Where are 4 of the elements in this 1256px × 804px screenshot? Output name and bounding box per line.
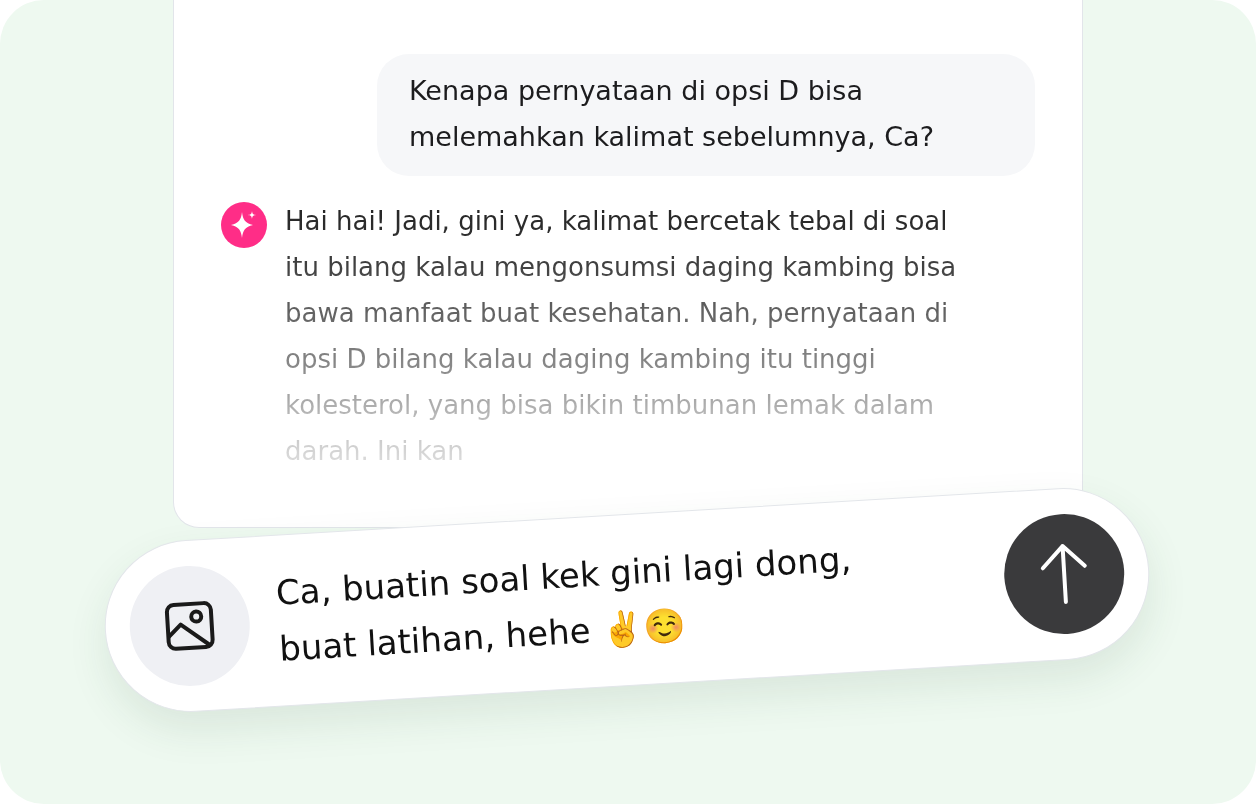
user-message: Kenapa pernyataan di opsi D bisa melemahkan kalimat sebelumnya, Ca? bbox=[377, 54, 1035, 176]
image-icon bbox=[162, 598, 218, 654]
input-field[interactable]: Ca, buatin soal kek gini lagi dong, buat latihan, hehe ✌☺ bbox=[274, 529, 880, 677]
sparkle-icon bbox=[221, 202, 267, 248]
